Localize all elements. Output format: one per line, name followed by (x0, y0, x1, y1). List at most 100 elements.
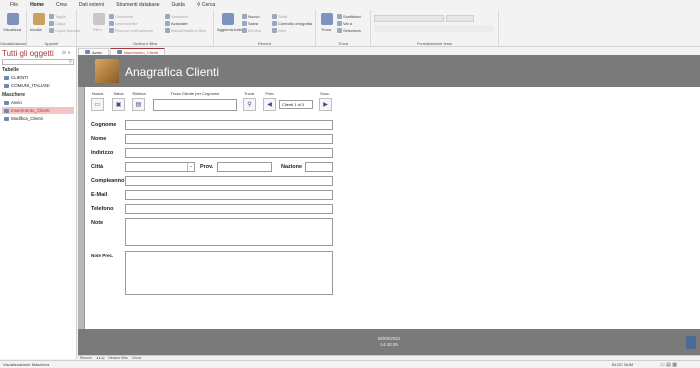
cut-label: Taglia (55, 14, 66, 19)
doc-tab-avvio[interactable]: Avvio (78, 48, 109, 55)
view-button[interactable]: Visualizza (3, 27, 21, 32)
next-record-button[interactable]: ▶ (319, 98, 332, 111)
menu-tab-home[interactable]: Home (24, 0, 50, 11)
find-label: Trova (243, 91, 255, 96)
menu-tab-create[interactable]: Crea (50, 0, 73, 10)
prov-label: Prov. (200, 164, 214, 170)
spelling-button[interactable]: Controllo ortografia (272, 21, 312, 26)
select-icon (337, 28, 342, 33)
refresh-all-button[interactable]: Aggiorna tutto (217, 27, 242, 32)
goto-label: Vai a (343, 21, 352, 26)
save-label: Salva (113, 91, 124, 96)
toggle-filter-button[interactable]: Attiva/Disattiva filtro (165, 28, 206, 33)
nav-item-avvio[interactable]: Avvio (2, 99, 74, 106)
cut-button[interactable]: Taglia (49, 14, 65, 19)
sigma-icon (272, 14, 277, 19)
nav-item-label: Inserimento_Clienti (11, 108, 50, 113)
font-select[interactable] (374, 15, 444, 22)
replace-button[interactable]: Sostituisci (337, 14, 361, 19)
chevron-down-icon[interactable]: ⌄ (187, 163, 194, 171)
doc-tab-inserimento-clienti[interactable]: Inserimento_Clienti (109, 48, 165, 55)
note-prec-field[interactable] (125, 251, 333, 295)
nav-item-label: Modifica_Clienti (11, 116, 43, 121)
filter-button[interactable]: Filtro (93, 27, 102, 32)
paste-button[interactable]: Incolla (30, 27, 42, 32)
citta-label: Città (91, 164, 104, 170)
view-icon (7, 13, 19, 25)
cognome-field[interactable] (125, 120, 333, 130)
nav-item-modifica-clienti[interactable]: Modifica_Clienti (2, 115, 74, 122)
nav-toggle-icon[interactable]: ⊙ « (62, 50, 70, 56)
text-format-buttons[interactable] (374, 25, 494, 32)
arrow-right-icon: ▶ (323, 102, 328, 108)
nome-field[interactable] (125, 134, 333, 144)
indirizzo-label: Indirizzo (91, 150, 114, 156)
navigation-pane: Tutti gli oggetti ⊙ « ⚲ Tabelle CLIENTI … (0, 47, 77, 359)
delete-record-label: Elimina (248, 28, 262, 33)
search-label: Trova Cliente per Cognome (170, 91, 220, 96)
goto-button[interactable]: Vai a (337, 21, 352, 26)
nav-section-forms[interactable]: Maschere (2, 92, 25, 98)
nav-item-comuni[interactable]: COMUNI_ITALIANI (2, 82, 74, 89)
advanced-button[interactable]: Avanzate (165, 21, 188, 26)
copy-button[interactable]: Copia (49, 21, 65, 26)
menu-tab-external-data[interactable]: Dati esterni (73, 0, 110, 10)
sort-descending-button[interactable]: Decrescente (109, 21, 137, 26)
remove-sort-icon (109, 28, 114, 33)
format-painter-button[interactable]: Copia formato (49, 28, 80, 33)
copy-icon (49, 21, 54, 26)
find-form-button[interactable]: ⚲ (243, 98, 256, 111)
delete-form-button[interactable]: ▤ (132, 98, 145, 111)
nazione-field[interactable] (305, 162, 333, 172)
nav-item-clienti[interactable]: CLIENTI (2, 74, 74, 81)
delete-icon (242, 28, 247, 33)
records-group-label: Record (258, 41, 271, 46)
save-icon (242, 21, 247, 26)
save-form-button[interactable]: ▣ (112, 98, 125, 111)
nav-title[interactable]: Tutti gli oggetti (2, 49, 54, 58)
indirizzo-field[interactable] (125, 148, 333, 158)
record-counter: Clienti 1 di 3 (279, 100, 313, 109)
ribbon-group-views: Visualizza Visualizzazioni (0, 10, 27, 47)
delete-record-button[interactable]: Elimina (242, 28, 261, 33)
more-button[interactable]: Altro (272, 28, 286, 33)
menu-tab-help[interactable]: Guida (165, 0, 190, 10)
nav-search-input[interactable]: ⚲ (2, 59, 74, 65)
more-icon (272, 28, 277, 33)
prev-record-button[interactable]: ◀ (263, 98, 276, 111)
nazione-label: Nazione (281, 164, 303, 170)
selection-button[interactable]: Selezione (165, 14, 189, 19)
view-switcher-icons[interactable]: ▭ ▤ ▦ (660, 362, 677, 368)
new-record-form-button[interactable]: ▭ (91, 98, 104, 111)
remove-sort-button[interactable]: Rimuovi ordinamento (109, 28, 153, 33)
form-window: Anagrafica Clienti Nuova ▭ Salva ▣ Elimi… (78, 55, 700, 355)
save-record-button[interactable]: Salva (242, 21, 258, 26)
record-selector[interactable] (78, 87, 85, 329)
ribbon-group-sort-filter: Filtro Crescente Decrescente Rimuovi ord… (77, 10, 214, 47)
find-group-label: Trova (337, 41, 349, 46)
prev-label: Prec. (265, 91, 275, 96)
menu-tab-file[interactable]: File (4, 0, 24, 10)
new-record-button[interactable]: Nuovo (242, 14, 260, 19)
goto-icon (337, 21, 342, 26)
sort-ascending-button[interactable]: Crescente (109, 14, 133, 19)
compleanno-field[interactable] (125, 176, 333, 186)
telefono-field[interactable] (125, 204, 333, 214)
email-field[interactable] (125, 190, 333, 200)
find-button[interactable]: Trova (321, 27, 331, 32)
nav-item-inserimento-clienti[interactable]: Inserimento_Clienti (2, 107, 74, 114)
form-title: Anagrafica Clienti (125, 65, 220, 79)
note-field[interactable] (125, 218, 333, 246)
delete-icon: ▤ (135, 102, 142, 108)
search-surname-input[interactable] (153, 99, 237, 111)
menu-search[interactable]: ⚲ Cerca (191, 0, 221, 10)
citta-select[interactable]: ⌄ (125, 162, 195, 172)
refresh-icon (222, 13, 234, 25)
new-label: Nuova (91, 91, 104, 96)
menu-tab-database-tools[interactable]: Strumenti database (110, 0, 165, 10)
prov-field[interactable] (217, 162, 272, 172)
select-button[interactable]: Seleziona (337, 28, 361, 33)
totals-button[interactable]: Totali (272, 14, 287, 19)
font-size-select[interactable] (446, 15, 474, 22)
nav-section-tables[interactable]: Tabelle (2, 67, 19, 73)
